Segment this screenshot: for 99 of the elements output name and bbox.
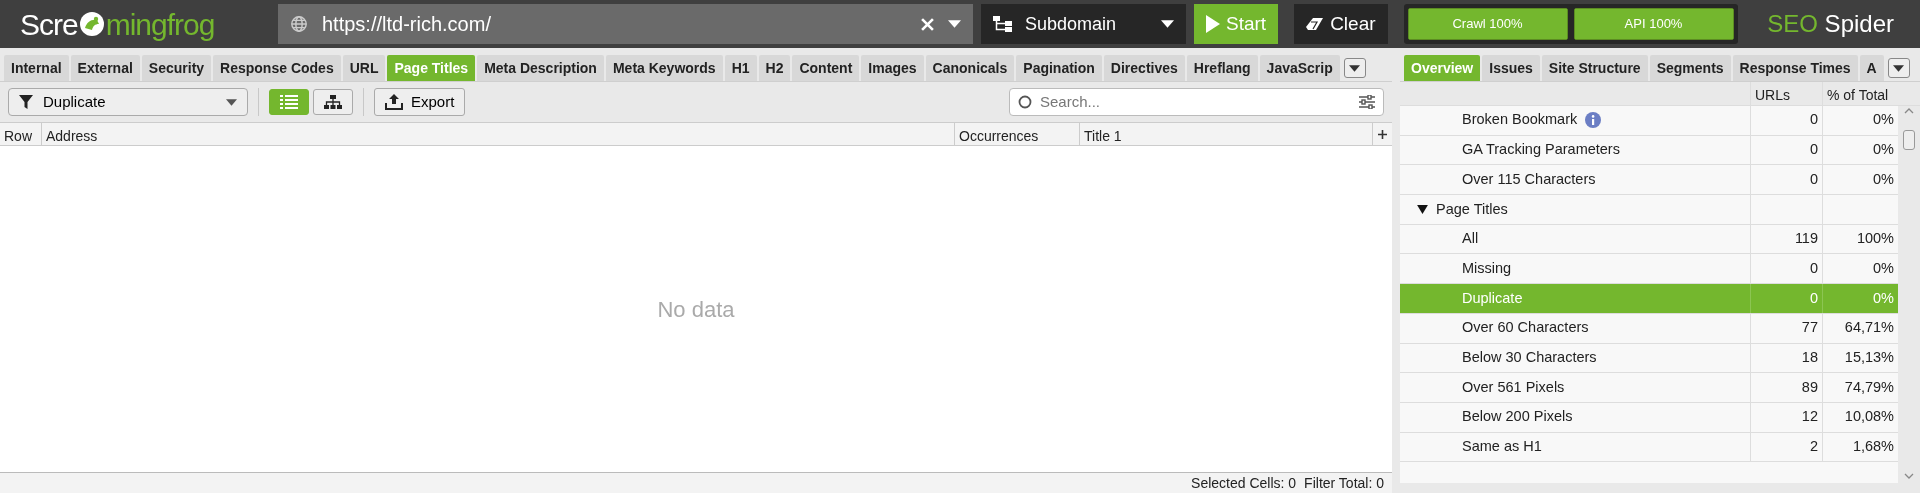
column-header[interactable]: URLs (1750, 82, 1822, 105)
table-cell-text: 1,68% (1852, 437, 1894, 457)
info-icon[interactable] (1585, 112, 1602, 129)
table-cell-text: 2 (1809, 437, 1818, 457)
column-header[interactable]: Row (0, 123, 42, 145)
status-text: Selected Cells: 0 (1191, 474, 1297, 493)
plus-icon[interactable] (1377, 129, 1387, 139)
filter-dropdown[interactable]: Duplicate (8, 88, 248, 116)
progress-label: Crawl 100% (1452, 15, 1523, 34)
table-cell-text: 0 (1809, 140, 1818, 160)
upload-icon (385, 94, 403, 110)
more-tabs-button[interactable] (1887, 58, 1910, 78)
sitemap-icon (993, 16, 1013, 32)
table-cell-text: 64,71% (1844, 318, 1894, 338)
filter-icon (19, 95, 33, 109)
tree-item[interactable]: Below 200 Pixels (1462, 406, 1573, 429)
table-cell-text: 77 (1801, 318, 1818, 338)
table-cell-text: 18 (1801, 347, 1818, 367)
table-cell-text: 0% (1873, 169, 1894, 189)
logo-text: mingfrog (105, 6, 215, 43)
tree-item[interactable]: Over 561 Pixels (1462, 376, 1565, 399)
tab[interactable]: Pagination (1016, 55, 1102, 81)
tab[interactable]: Security (141, 55, 212, 81)
mode-dropdown[interactable]: Subdomain (981, 4, 1186, 44)
tab[interactable]: Response Codes (213, 55, 341, 81)
tab[interactable]: Canonicals (925, 55, 1015, 81)
tab[interactable]: Segments (1649, 55, 1731, 81)
table-cell-text: 74,79% (1844, 377, 1894, 397)
caret-icon (226, 98, 237, 106)
tab[interactable]: Meta Keywords (605, 55, 723, 81)
tree-item[interactable]: Same as H1 (1462, 436, 1542, 458)
sliders-icon[interactable] (1359, 95, 1375, 109)
tree-view-button[interactable] (313, 89, 353, 115)
caret-icon (1893, 64, 1905, 72)
tree-item[interactable]: All (1462, 228, 1479, 250)
tab[interactable]: Issues (1482, 55, 1540, 81)
tab[interactable]: Hreflang (1186, 55, 1258, 81)
caret-icon (1349, 64, 1361, 72)
scroll-down-icon[interactable] (1904, 473, 1914, 479)
table-cell-text: 0 (1809, 288, 1818, 308)
column-header[interactable]: Address (42, 123, 955, 145)
tab[interactable]: External (70, 55, 140, 81)
export-button[interactable]: Export (374, 88, 466, 116)
search-input[interactable]: Search... (1038, 89, 1353, 115)
search-icon (1018, 95, 1032, 109)
hierarchy-icon (324, 95, 342, 109)
table-cell-text: 119 (1794, 229, 1818, 249)
column-header[interactable]: Occurrences (955, 123, 1080, 145)
tab[interactable]: Response Times (1732, 55, 1858, 81)
tab[interactable]: Site Structure (1541, 55, 1648, 81)
play-icon (1206, 15, 1220, 33)
tree-item[interactable]: Page Titles (1436, 198, 1508, 221)
tree-item[interactable]: Missing (1462, 257, 1512, 280)
table-cell-text: 10,08% (1844, 407, 1894, 427)
table-cell-text: 15,13% (1844, 347, 1894, 367)
tab[interactable]: Directives (1103, 55, 1185, 81)
table-cell-text: 0% (1873, 110, 1894, 130)
tree-item[interactable]: Below 30 Characters (1462, 346, 1597, 369)
tab[interactable]: H1 (724, 55, 757, 81)
logo-text: Scre (20, 6, 78, 43)
status-text: Filter Total: 0 (1304, 474, 1384, 493)
empty-message: No data (657, 295, 735, 324)
table-cell-text: 100% (1856, 229, 1894, 249)
caret-icon (1161, 20, 1174, 28)
tab[interactable]: URL (342, 55, 386, 81)
tab[interactable]: Images (861, 55, 924, 81)
table-cell-text: 0 (1809, 110, 1818, 130)
table-cell-text: 12 (1801, 407, 1818, 427)
table-cell-text: 89 (1801, 377, 1818, 397)
caret-icon[interactable] (948, 20, 961, 28)
expanded-icon[interactable] (1417, 204, 1428, 214)
tree-item[interactable]: Over 60 Characters (1462, 317, 1589, 340)
table-cell-text: 0 (1809, 169, 1818, 189)
progress-label: API 100% (1624, 15, 1683, 34)
tab[interactable]: Meta Description (477, 55, 604, 81)
scrollbar-thumb[interactable] (1903, 130, 1915, 150)
tree-item[interactable]: Broken Bookmark (1462, 109, 1578, 132)
table-cell-text: 0% (1873, 140, 1894, 160)
tab[interactable]: A (1859, 55, 1884, 81)
tab[interactable]: Content (792, 55, 860, 81)
tab[interactable]: JavaScrip (1259, 55, 1340, 81)
list-icon (280, 95, 298, 109)
table-cell-text: 0% (1873, 288, 1894, 308)
table-cell-text: 0% (1873, 258, 1894, 278)
tree-item[interactable]: GA Tracking Parameters (1462, 139, 1620, 161)
column-header[interactable]: Title 1 (1080, 123, 1373, 145)
table-cell-text: 0 (1809, 258, 1818, 278)
column-header[interactable]: % of Total (1822, 82, 1898, 105)
tree-item[interactable]: Over 115 Characters (1462, 168, 1596, 191)
close-icon[interactable] (921, 17, 934, 31)
product-name: SEO Spider (1767, 9, 1894, 39)
clear-button[interactable]: Clear (1294, 4, 1388, 44)
search-box[interactable]: Search... (1009, 88, 1384, 116)
url-field[interactable]: https://ltd-rich.com/ (278, 4, 973, 44)
globe-icon (290, 15, 308, 33)
tab[interactable]: H2 (758, 55, 791, 81)
tab[interactable]: Internal (4, 55, 69, 81)
more-tabs-button[interactable] (1343, 58, 1366, 78)
scroll-up-icon[interactable] (1904, 108, 1914, 114)
